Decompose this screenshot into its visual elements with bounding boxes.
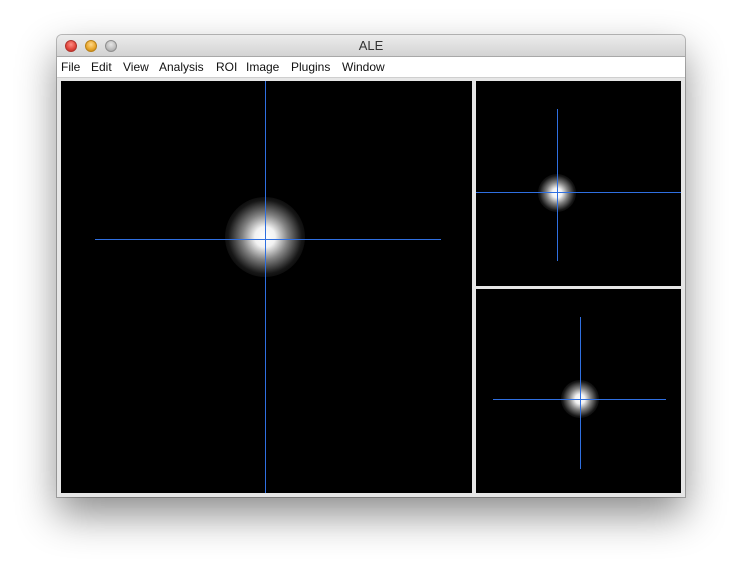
title-bar[interactable]: ALE bbox=[57, 35, 685, 57]
secondary-image-view-bottom[interactable] bbox=[476, 289, 681, 493]
app-window: ALE File Edit View Analysis ROI Image Pl… bbox=[57, 35, 685, 497]
menu-file[interactable]: File bbox=[61, 60, 80, 74]
menu-plugins[interactable]: Plugins bbox=[291, 60, 330, 74]
menu-view[interactable]: View bbox=[123, 60, 149, 74]
menu-analysis[interactable]: Analysis bbox=[159, 60, 204, 74]
crosshair-vertical[interactable] bbox=[557, 109, 558, 261]
crosshair-vertical[interactable] bbox=[580, 317, 581, 469]
menu-image[interactable]: Image bbox=[246, 60, 279, 74]
main-image-view[interactable] bbox=[61, 81, 472, 493]
viewer-area bbox=[57, 78, 685, 497]
menu-bar: File Edit View Analysis ROI Image Plugin… bbox=[57, 57, 685, 78]
crosshair-vertical[interactable] bbox=[265, 81, 266, 493]
crosshair-horizontal[interactable] bbox=[476, 192, 681, 193]
window-title: ALE bbox=[358, 38, 384, 53]
crosshair-horizontal[interactable] bbox=[95, 239, 441, 240]
secondary-image-view-top[interactable] bbox=[476, 81, 681, 286]
menu-roi[interactable]: ROI bbox=[216, 60, 237, 74]
menu-window[interactable]: Window bbox=[342, 60, 385, 74]
menu-edit[interactable]: Edit bbox=[91, 60, 112, 74]
